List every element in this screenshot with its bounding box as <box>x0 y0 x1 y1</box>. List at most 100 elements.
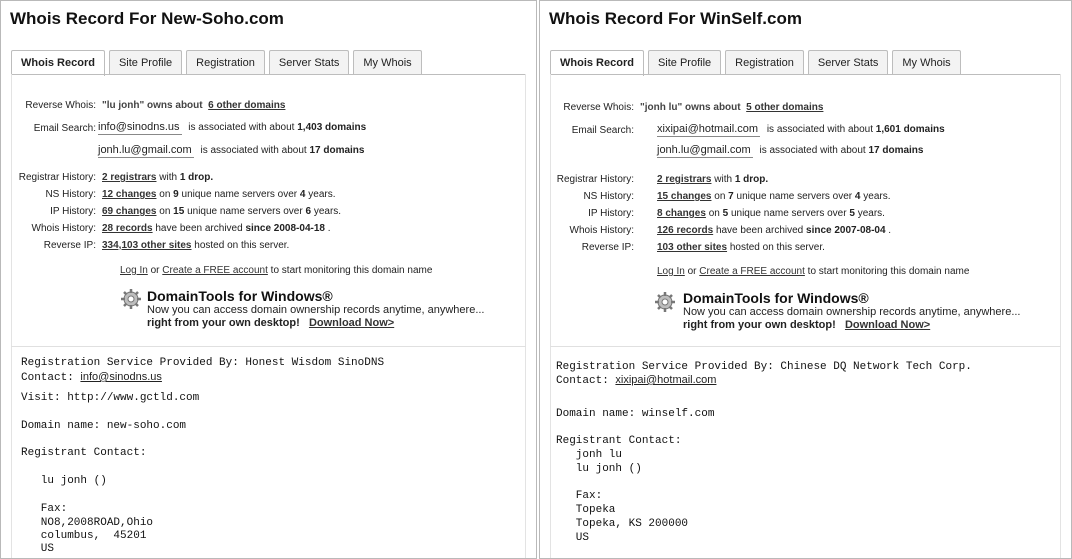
promo-line: Now you can access domain ownership reco… <box>147 304 485 316</box>
record-visit: Visit: http://www.gctld.com <box>21 392 200 404</box>
email-search-row-2: jonh.lu@gmail.com is associated with abo… <box>657 144 923 158</box>
record-fax: Fax: <box>21 503 68 515</box>
whois-records-link[interactable]: 126 records <box>657 225 713 236</box>
download-now-link[interactable]: Download Now> <box>845 319 930 331</box>
tab-registration[interactable]: Registration <box>186 50 265 74</box>
tab-server-stats[interactable]: Server Stats <box>268 50 350 74</box>
record-contact-email[interactable]: xixipai@hotmail.com <box>615 374 716 386</box>
tab-site-profile[interactable]: Site Profile <box>647 50 722 74</box>
log-in-link[interactable]: Log In <box>657 266 685 277</box>
registrant-name: "jonh lu" <box>640 102 683 113</box>
record-domain: Domain name: winself.com <box>556 408 715 420</box>
ns-changes-link[interactable]: 15 changes <box>657 191 711 202</box>
reverse-whois-label: Reverse Whois: <box>25 100 96 111</box>
ip-history-label: IP History: <box>588 208 634 219</box>
email-search-row-1: xixipai@hotmail.com is associated with a… <box>657 123 945 137</box>
ns-changes-link[interactable]: 12 changes <box>102 189 156 200</box>
registrar-history-value: 2 registrars with 1 drop. <box>657 174 769 185</box>
reverse-whois-label: Reverse Whois: <box>563 102 634 113</box>
record-name: jonh lu <box>556 449 623 461</box>
email-field[interactable]: xixipai@hotmail.com <box>657 123 761 137</box>
registrars-link[interactable]: 2 registrars <box>102 172 156 183</box>
record-contact-email[interactable]: info@sinodns.us <box>80 371 162 383</box>
monitor-row: Log In or Create a FREE account to start… <box>120 265 433 276</box>
tab-bar: Whois Record Site Profile Registration S… <box>550 50 965 76</box>
ns-history-value: 12 changes on 9 unique name servers over… <box>102 189 336 200</box>
registrar-history-label: Registrar History: <box>556 174 634 185</box>
promo-line-2: right from your own desktop! Download No… <box>147 317 395 329</box>
email-domain-count: 1,601 domains <box>875 124 945 135</box>
owns-about-text: owns about <box>685 102 741 113</box>
whois-history-value: 28 records have been archived since 2008… <box>102 223 331 234</box>
ip-history-value: 69 changes on 15 unique name servers ove… <box>102 206 342 217</box>
other-domains-link[interactable]: 6 other domains <box>208 100 285 111</box>
domaintools-promo: DomainTools for Windows® Now you can acc… <box>683 291 1021 332</box>
create-account-link[interactable]: Create a FREE account <box>699 266 805 277</box>
tab-my-whois[interactable]: My Whois <box>353 50 422 74</box>
promo-title: DomainTools for Windows® <box>147 288 333 304</box>
record-provider: Registration Service Provided By: Honest… <box>21 357 385 369</box>
tab-my-whois[interactable]: My Whois <box>892 50 961 74</box>
owns-about-text: owns about <box>147 100 203 111</box>
whois-panel-winself: Whois Record For WinSelf.com Whois Recor… <box>539 0 1072 559</box>
registrant-name: "lu jonh" <box>102 100 145 111</box>
registrars-link[interactable]: 2 registrars <box>657 174 711 185</box>
email-domain-count: 17 domains <box>309 145 365 156</box>
create-account-link[interactable]: Create a FREE account <box>162 265 268 276</box>
monitor-row: Log In or Create a FREE account to start… <box>657 266 970 277</box>
tab-bar: Whois Record Site Profile Registration S… <box>11 50 426 76</box>
other-sites-link[interactable]: 103 other sites <box>657 242 727 253</box>
promo-line-2: right from your own desktop! Download No… <box>683 319 931 331</box>
email-search-row-2: jonh.lu@gmail.com is associated with abo… <box>98 144 364 158</box>
divider <box>550 346 1061 347</box>
promo-title: DomainTools for Windows® <box>683 290 869 306</box>
tab-registration[interactable]: Registration <box>725 50 804 74</box>
email-search-label: Email Search: <box>33 123 96 134</box>
record-name: lu jonh () <box>21 475 107 487</box>
whois-history-label: Whois History: <box>569 225 634 236</box>
whois-history-label: Whois History: <box>31 223 96 234</box>
email-domain-count: 1,403 domains <box>297 122 367 133</box>
ip-changes-link[interactable]: 8 changes <box>657 208 706 219</box>
email-search-label: Email Search: <box>571 125 634 136</box>
record-address-1: NO8,2008ROAD,Ohio <box>21 517 154 529</box>
email-search-row-1: info@sinodns.us is associated with about… <box>98 121 366 135</box>
tab-whois-record[interactable]: Whois Record <box>11 50 105 76</box>
email-field[interactable]: jonh.lu@gmail.com <box>657 144 753 158</box>
record-registrant: Registrant Contact: <box>21 447 147 459</box>
record-contact: Contact: xixipai@hotmail.com <box>556 374 717 387</box>
ip-changes-link[interactable]: 69 changes <box>102 206 156 217</box>
record-domain: Domain name: new-soho.com <box>21 420 187 432</box>
tab-whois-record[interactable]: Whois Record <box>550 50 644 76</box>
whois-history-value: 126 records have been archived since 200… <box>657 225 892 236</box>
page-title: Whois Record For WinSelf.com <box>549 9 802 28</box>
record-address-2: columbus, 45201 <box>21 530 147 542</box>
record-contact: Contact: info@sinodns.us <box>21 371 162 384</box>
ns-history-label: NS History: <box>583 191 634 202</box>
registrar-history-label: Registrar History: <box>18 172 96 183</box>
domaintools-promo: DomainTools for Windows® Now you can acc… <box>147 289 485 330</box>
whois-records-link[interactable]: 28 records <box>102 223 153 234</box>
tab-server-stats[interactable]: Server Stats <box>807 50 889 74</box>
email-field[interactable]: jonh.lu@gmail.com <box>98 144 194 158</box>
record-country: US <box>556 532 590 544</box>
record-provider: Registration Service Provided By: Chines… <box>556 361 972 373</box>
reverse-ip-value: 103 other sites hosted on this server. <box>657 242 825 253</box>
other-sites-link[interactable]: 334,103 other sites <box>102 240 192 251</box>
divider <box>11 346 526 347</box>
download-now-link[interactable]: Download Now> <box>309 317 394 329</box>
whois-panel-new-soho: Whois Record For New-Soho.com Whois Reco… <box>0 0 537 559</box>
gear-icon <box>121 289 141 309</box>
ns-history-value: 15 changes on 7 unique name servers over… <box>657 191 891 202</box>
record-fax: Fax: <box>556 490 603 502</box>
record-name-2: lu jonh () <box>556 463 642 475</box>
reverse-ip-label: Reverse IP: <box>43 240 96 251</box>
log-in-link[interactable]: Log In <box>120 265 148 276</box>
associated-text: is associated with about <box>766 124 873 135</box>
ip-history-value: 8 changes on 5 unique name servers over … <box>657 208 885 219</box>
reverse-ip-value: 334,103 other sites hosted on this serve… <box>102 240 290 251</box>
tab-site-profile[interactable]: Site Profile <box>108 50 183 74</box>
email-field[interactable]: info@sinodns.us <box>98 121 182 135</box>
record-registrant: Registrant Contact: <box>556 435 682 447</box>
other-domains-link[interactable]: 5 other domains <box>746 102 823 113</box>
